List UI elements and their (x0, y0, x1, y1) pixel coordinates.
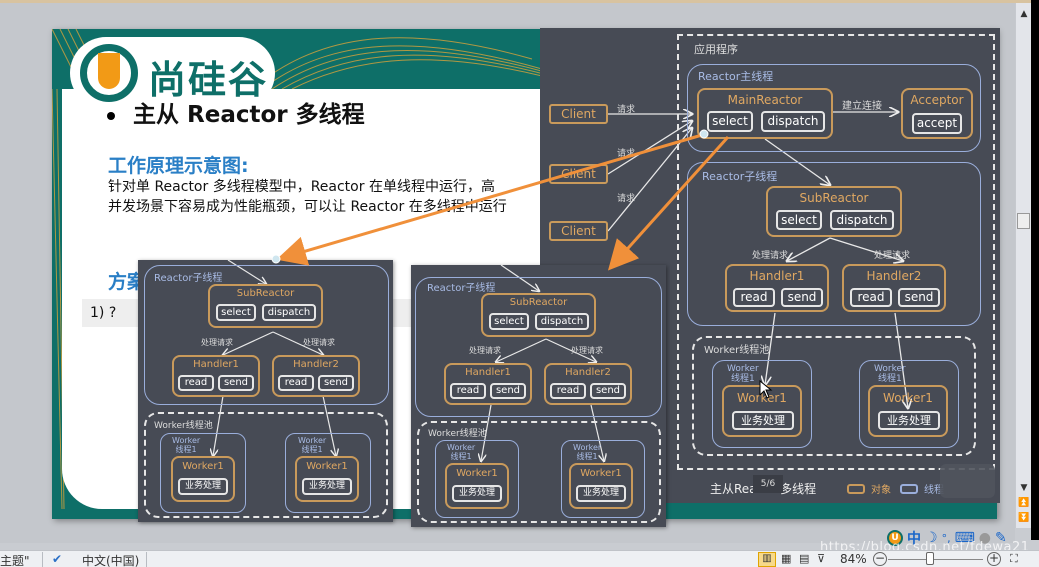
drag-handle[interactable] (699, 129, 709, 139)
language-status[interactable]: 中文(中国) (82, 552, 139, 567)
next-slide-icon[interactable]: ⏬ (1018, 513, 1030, 523)
status-bar: 主题" ✔ 中文(中国) ▥ ▦ ▤ ⊽ 84% − + ⛶ (0, 550, 1039, 567)
spellcheck-icon[interactable]: ✔ (52, 552, 62, 566)
scrollbar-thumb[interactable] (1017, 213, 1030, 229)
annotation-arrows (271, 129, 773, 399)
slide-sorter-button[interactable]: ▦ (781, 552, 791, 565)
zoom-level[interactable]: 84% (840, 552, 867, 566)
normal-view-button[interactable]: ▥ (758, 552, 776, 567)
zoom-in-button[interactable]: + (987, 552, 1001, 566)
screen-edge (1031, 0, 1039, 540)
scroll-down-icon[interactable]: ▼ (1018, 483, 1030, 493)
theme-status[interactable]: 主题" (0, 552, 30, 567)
zoom-out-button[interactable]: − (873, 552, 887, 566)
drag-handle[interactable] (271, 254, 281, 264)
zoom-slider-thumb[interactable] (926, 552, 934, 565)
status-separator (146, 552, 147, 567)
status-separator (42, 552, 43, 567)
scroll-up-icon[interactable]: ▲ (1018, 9, 1030, 19)
reading-view-button[interactable]: ▤ (799, 552, 809, 565)
previous-slide-icon[interactable]: ⏫ (1018, 498, 1030, 508)
zoom-slider-track[interactable] (888, 559, 983, 560)
fit-slide-button[interactable]: ⛶ (1010, 552, 1018, 566)
slideshow-button[interactable]: ⊽ (817, 552, 825, 565)
mouse-cursor-icon (759, 379, 773, 399)
vertical-scrollbar[interactable]: ▲ ▼ ⏫ ⏬ (1015, 3, 1031, 528)
orange-arrow-left (276, 133, 703, 266)
